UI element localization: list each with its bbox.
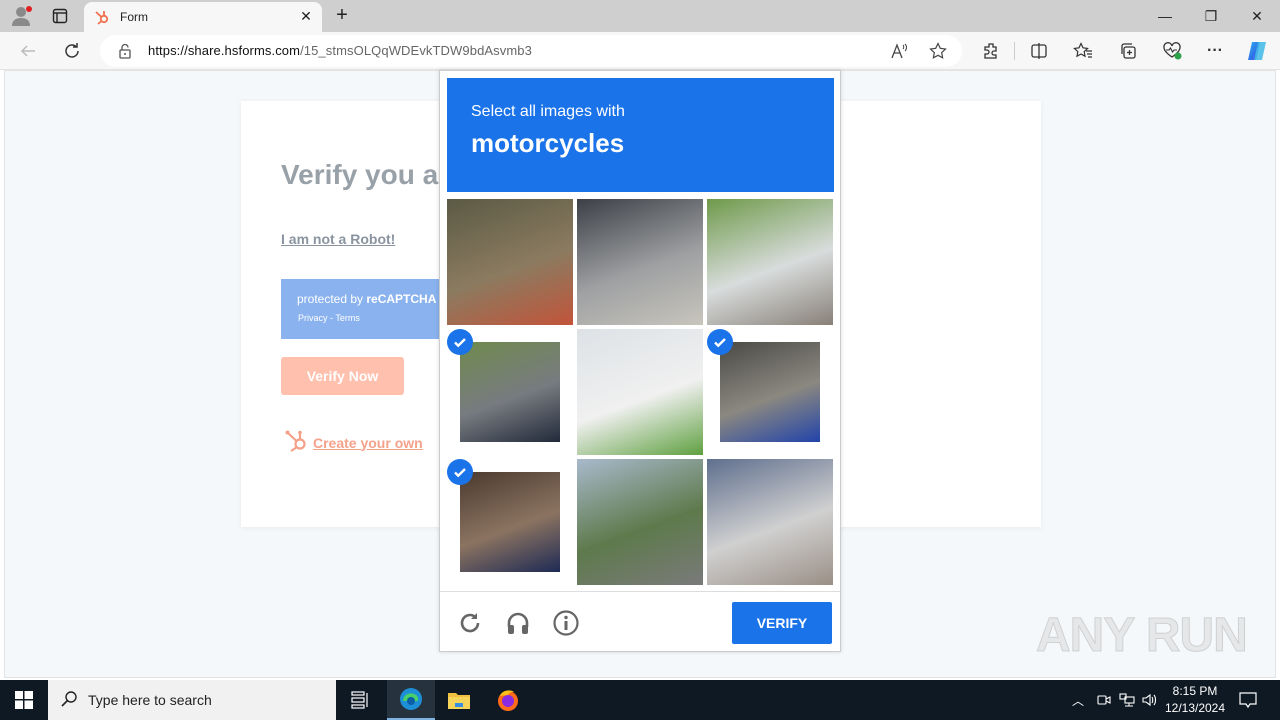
profile-icon[interactable] — [10, 5, 34, 27]
captcha-tile-image — [577, 329, 703, 455]
collections-icon[interactable] — [1115, 38, 1141, 64]
network-icon[interactable] — [1117, 680, 1137, 720]
info-icon[interactable] — [551, 608, 581, 638]
restore-button[interactable]: ❐ — [1188, 0, 1234, 32]
challenge-target: motorcycles — [471, 128, 625, 158]
browser-toolbar: https://share.hsforms.com/15_stmsOLQqWDE… — [0, 32, 1280, 70]
captcha-tile-image — [720, 342, 820, 442]
taskbar: Type here to search ︿ 8:15 PM 12/13/2024 — [0, 680, 1280, 720]
minimize-button[interactable]: — — [1142, 0, 1188, 32]
tab-title: Form — [120, 10, 148, 24]
browser-essentials-icon[interactable] — [1159, 38, 1185, 64]
recaptcha-challenge: Select all images with motorcycles VERIF… — [439, 70, 841, 652]
captcha-tile-image — [577, 459, 703, 585]
captcha-tile[interactable] — [577, 199, 703, 325]
favorite-star-icon[interactable] — [925, 38, 951, 64]
form-heading: Verify you a — [281, 159, 439, 190]
audio-icon[interactable] — [503, 608, 533, 638]
search-placeholder: Type here to search — [88, 692, 212, 708]
selected-check-icon — [447, 329, 473, 355]
reload-icon[interactable] — [455, 608, 485, 638]
taskbar-search[interactable]: Type here to search — [48, 680, 336, 720]
tab-actions-icon[interactable] — [52, 8, 68, 24]
back-button[interactable] — [15, 38, 41, 64]
captcha-tile[interactable] — [707, 459, 833, 585]
captcha-tile-image — [460, 472, 560, 572]
tab-strip: Form ✕ + — ❐ ✕ — [0, 0, 1280, 32]
captcha-tile[interactable] — [577, 329, 703, 455]
create-form-link[interactable]: Create your own fr — [285, 429, 423, 456]
search-icon — [60, 690, 78, 711]
captcha-tile-image — [577, 199, 703, 325]
captcha-tile-image — [707, 199, 833, 325]
captcha-tile-image — [447, 199, 573, 325]
refresh-button[interactable] — [59, 38, 85, 64]
selected-check-icon — [447, 459, 473, 485]
copilot-icon[interactable] — [1244, 38, 1270, 64]
more-icon[interactable]: ··· — [1202, 38, 1228, 64]
meet-now-icon[interactable] — [1094, 680, 1114, 720]
close-window-button[interactable]: ✕ — [1234, 0, 1280, 32]
hubspot-favicon-icon — [94, 9, 110, 25]
captcha-tile[interactable] — [707, 329, 833, 455]
tray-overflow-icon[interactable]: ︿ — [1068, 680, 1088, 720]
task-view-icon[interactable] — [336, 680, 384, 720]
challenge-header: Select all images with motorcycles — [447, 78, 834, 192]
split-screen-icon[interactable] — [1026, 38, 1052, 64]
favorites-icon[interactable] — [1070, 38, 1096, 64]
new-tab-button[interactable]: + — [332, 5, 352, 26]
captcha-tile-image — [707, 459, 833, 585]
clock-time: 8:15 PM — [1172, 684, 1218, 698]
recaptcha-protected-text: protected by reCAPTCHA — [297, 292, 437, 306]
hubspot-logo-icon — [285, 429, 309, 456]
windows-logo-icon — [15, 691, 33, 709]
anyrun-watermark: ANY RUN — [1036, 609, 1249, 663]
verify-button[interactable]: VERIFY — [732, 602, 832, 644]
recaptcha-links[interactable]: Privacy - Terms — [298, 313, 360, 323]
captcha-tile[interactable] — [447, 459, 573, 585]
recaptcha-badge[interactable]: protected by reCAPTCHA Privacy - Terms — [281, 279, 441, 339]
captcha-tile[interactable] — [447, 199, 573, 325]
create-form-text: Create your own fr — [313, 434, 423, 451]
edge-taskbar-icon[interactable] — [387, 680, 435, 720]
url-text[interactable]: https://share.hsforms.com/15_stmsOLQqWDE… — [148, 43, 532, 58]
clock[interactable]: 8:15 PM 12/13/2024 — [1160, 683, 1230, 717]
captcha-tile[interactable] — [577, 459, 703, 585]
close-tab-icon[interactable]: ✕ — [298, 8, 314, 24]
toolbar-divider — [1014, 42, 1015, 60]
captcha-tile[interactable] — [447, 329, 573, 455]
notifications-icon[interactable] — [1234, 680, 1262, 720]
file-explorer-icon[interactable] — [435, 680, 483, 720]
not-robot-link[interactable]: I am not a Robot! — [281, 231, 395, 247]
lock-icon[interactable] — [118, 43, 132, 64]
tab-form[interactable]: Form ✕ — [84, 2, 322, 32]
start-button[interactable] — [0, 680, 48, 720]
firefox-icon[interactable] — [484, 680, 532, 720]
screen: Form ✕ + — ❐ ✕ https://share.hsforms.com… — [0, 0, 1280, 720]
address-bar[interactable]: https://share.hsforms.com/15_stmsOLQqWDE… — [100, 35, 962, 67]
extensions-icon[interactable] — [978, 38, 1004, 64]
selected-check-icon — [707, 329, 733, 355]
clock-date: 12/13/2024 — [1164, 701, 1226, 715]
verify-now-button[interactable]: Verify Now — [281, 357, 404, 395]
challenge-instruction: Select all images with — [471, 103, 625, 120]
read-aloud-icon[interactable] — [886, 38, 912, 64]
captcha-tile-image — [460, 342, 560, 442]
captcha-tile[interactable] — [707, 199, 833, 325]
volume-icon[interactable] — [1140, 680, 1160, 720]
challenge-footer: VERIFY — [440, 591, 840, 651]
